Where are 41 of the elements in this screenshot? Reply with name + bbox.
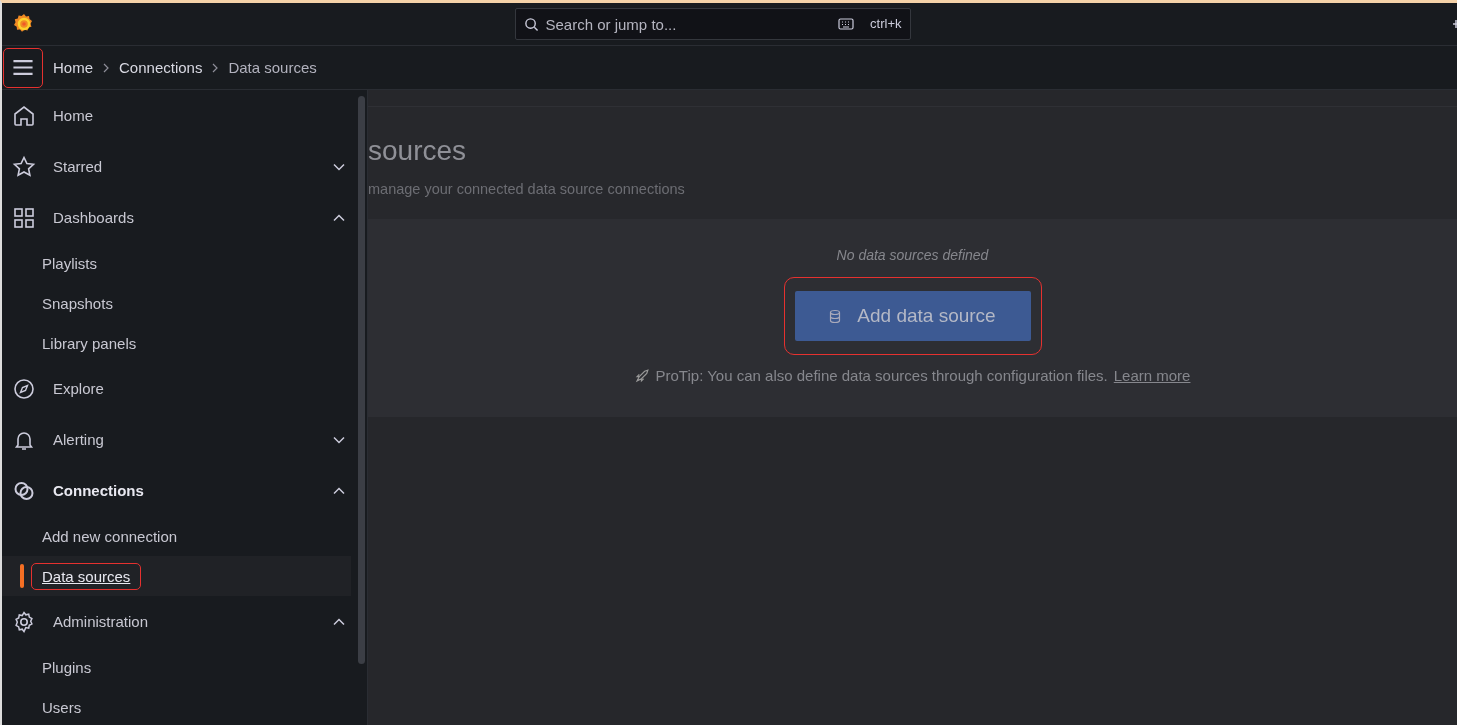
chevron-right-icon xyxy=(212,62,219,73)
chevron-down-icon[interactable] xyxy=(333,162,345,171)
learn-more-link[interactable]: Learn more xyxy=(1113,367,1191,384)
nav-item[interactable]: Explore xyxy=(2,363,355,414)
nav-item[interactable]: Home xyxy=(2,90,355,141)
page-title: sources xyxy=(368,135,468,167)
home-icon xyxy=(12,103,36,128)
rocket-icon xyxy=(634,368,650,383)
nav-subitem[interactable]: Playlists xyxy=(31,249,108,277)
breadcrumb-link[interactable]: Connections xyxy=(119,59,203,76)
compass-icon xyxy=(12,376,36,401)
nav-subitem[interactable]: Plugins xyxy=(31,653,103,681)
chevron-right-icon xyxy=(103,62,109,73)
keyboard-icon xyxy=(837,18,854,30)
nav-item[interactable]: Connections xyxy=(2,465,355,516)
chevron-up-icon[interactable] xyxy=(333,486,345,495)
nav-subitem[interactable]: Library panels xyxy=(31,329,148,357)
star-icon xyxy=(12,154,36,179)
scrollbar[interactable] xyxy=(358,96,365,664)
nav-item[interactable]: Alerting xyxy=(2,414,355,465)
chevron-up-icon[interactable] xyxy=(333,617,345,626)
nav-subitem[interactable]: Users xyxy=(31,693,93,721)
nav-item[interactable]: Starred xyxy=(2,141,355,192)
nav-subitem[interactable]: Add new connection xyxy=(31,522,189,550)
shortcut-hint: ctrl+k xyxy=(870,16,902,31)
grid-icon xyxy=(12,205,36,230)
nav-subitem[interactable]: Snapshots xyxy=(31,289,124,317)
nav-item[interactable]: Administration xyxy=(2,596,355,647)
empty-message: No data sources defined xyxy=(836,247,989,263)
database-icon xyxy=(829,308,842,324)
nav-subitem[interactable]: Data sources xyxy=(31,562,142,590)
menu-button[interactable] xyxy=(3,47,43,88)
menu-icon xyxy=(12,59,34,76)
nav-item[interactable]: Dashboards xyxy=(2,192,355,243)
settings-icon xyxy=(12,609,36,634)
breadcrumb-link[interactable]: Data sources xyxy=(228,59,317,76)
chevron-down-icon[interactable] xyxy=(333,435,345,444)
protip-text: ProTip: You can also define data sources through configuration files. xyxy=(655,367,1108,384)
breadcrumb-link[interactable]: Home xyxy=(53,59,93,76)
chevron-up-icon[interactable] xyxy=(333,213,345,222)
page-subtitle: manage your connected data source connections xyxy=(368,181,686,197)
